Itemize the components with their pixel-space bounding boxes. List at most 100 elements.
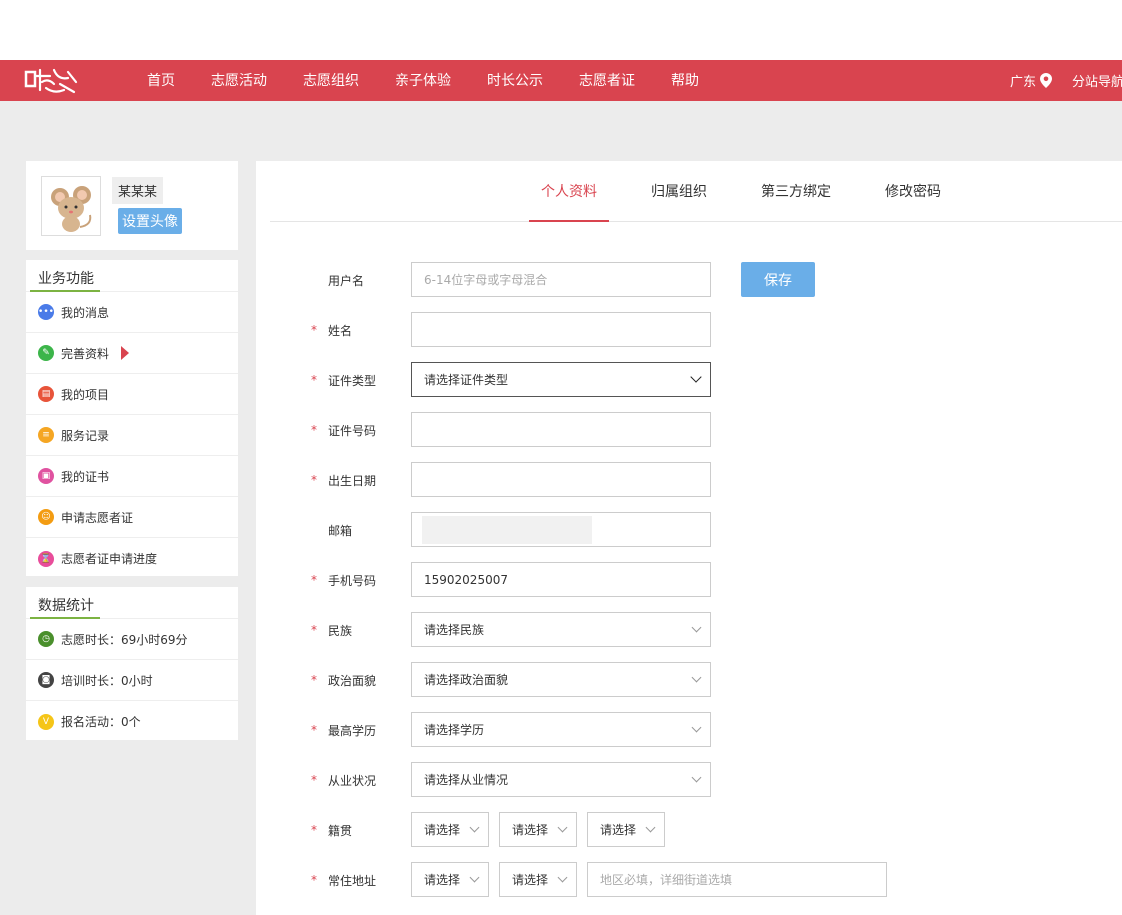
hourglass-icon: ⌛ bbox=[38, 550, 54, 567]
stat-label: 报名活动：0个 bbox=[61, 715, 141, 729]
nav-help[interactable]: 帮助 bbox=[671, 70, 699, 90]
menu-label: 我的项目 bbox=[61, 387, 110, 402]
site-logo[interactable] bbox=[24, 64, 80, 98]
save-button[interactable]: 保存 bbox=[741, 262, 815, 297]
stats-panel-header: 数据统计 bbox=[26, 587, 238, 619]
chevron-down-icon bbox=[469, 822, 480, 833]
menu-application-progress[interactable]: ⌛ 志愿者证申请进度 bbox=[26, 538, 238, 579]
required-mark: * bbox=[311, 723, 317, 737]
chevron-down-icon bbox=[645, 822, 656, 833]
education-select[interactable]: 请选择学历 bbox=[411, 712, 711, 747]
region-selector[interactable]: 广东 bbox=[1010, 71, 1053, 90]
ethnic-select[interactable]: 请选择民族 bbox=[411, 612, 711, 647]
chevron-down-icon bbox=[557, 822, 568, 833]
chevron-down-icon bbox=[469, 872, 480, 883]
tab-change-password[interactable]: 修改密码 bbox=[885, 181, 941, 201]
nav-family[interactable]: 亲子体验 bbox=[395, 70, 451, 90]
political-select[interactable]: 请选择政治面貌 bbox=[411, 662, 711, 697]
ethnic-label: 民族 bbox=[328, 624, 353, 638]
menu-apply-volunteer-card[interactable]: ☺ 申请志愿者证 bbox=[26, 497, 238, 538]
native-city-select[interactable]: 请选择 bbox=[499, 812, 577, 847]
menu-label: 我的消息 bbox=[61, 305, 110, 320]
native-district-select[interactable]: 请选择 bbox=[587, 812, 665, 847]
birth-date-label: 出生日期 bbox=[328, 474, 377, 488]
phone-label: 手机号码 bbox=[328, 574, 377, 588]
required-mark: * bbox=[311, 773, 317, 787]
education-value: 请选择学历 bbox=[424, 723, 485, 737]
top-nav: 首页 志愿活动 志愿组织 亲子体验 时长公示 志愿者证 帮助 广东 分站导航 bbox=[0, 60, 1122, 101]
training-icon: ◙ bbox=[38, 672, 54, 688]
email-input[interactable] bbox=[411, 512, 711, 547]
active-tab-indicator bbox=[529, 220, 609, 222]
select-value: 请选择 bbox=[512, 873, 549, 887]
nav-home[interactable]: 首页 bbox=[147, 70, 175, 90]
nav-hours[interactable]: 时长公示 bbox=[487, 70, 543, 90]
required-mark: * bbox=[311, 373, 317, 387]
menu-label: 服务记录 bbox=[61, 428, 110, 443]
employment-select[interactable]: 请选择从业情况 bbox=[411, 762, 711, 797]
address-province-select[interactable]: 请选择 bbox=[411, 862, 489, 897]
stat-registered-activities: V 报名活动：0个 bbox=[26, 701, 238, 742]
required-mark: * bbox=[311, 823, 317, 837]
menu-complete-profile[interactable]: ✎ 完善资料 bbox=[26, 333, 238, 374]
required-mark: * bbox=[311, 623, 317, 637]
nav-activities[interactable]: 志愿活动 bbox=[211, 70, 267, 90]
site-navigation-link[interactable]: 分站导航 bbox=[1072, 71, 1122, 90]
required-mark: * bbox=[311, 873, 317, 887]
chevron-down-icon bbox=[691, 622, 702, 633]
native-province-select[interactable]: 请选择 bbox=[411, 812, 489, 847]
tab-personal-info[interactable]: 个人资料 bbox=[541, 181, 597, 201]
id-type-value: 请选择证件类型 bbox=[424, 373, 509, 387]
id-number-input[interactable] bbox=[411, 412, 711, 447]
menu-my-projects[interactable]: ▤ 我的项目 bbox=[26, 374, 238, 415]
avatar[interactable] bbox=[41, 176, 101, 236]
v-badge-icon: V bbox=[38, 713, 54, 730]
ethnic-value: 请选择民族 bbox=[424, 623, 485, 637]
employment-label: 从业状况 bbox=[328, 774, 377, 788]
business-panel-title: 业务功能 bbox=[38, 271, 94, 287]
tab-third-party[interactable]: 第三方绑定 bbox=[761, 181, 831, 201]
tab-organization[interactable]: 归属组织 bbox=[651, 181, 707, 201]
nav-volunteer-card[interactable]: 志愿者证 bbox=[579, 70, 635, 90]
username-input[interactable]: 6-14位字母或字母混合 bbox=[411, 262, 711, 297]
business-panel: 业务功能 ••• 我的消息 ✎ 完善资料 ▤ 我的项目 ≡ 服务记录 ▣ 我的证… bbox=[26, 260, 238, 576]
name-label: 姓名 bbox=[328, 324, 353, 338]
required-mark: * bbox=[311, 473, 317, 487]
id-type-label: 证件类型 bbox=[328, 374, 377, 388]
chevron-down-icon bbox=[690, 371, 702, 383]
email-redacted-block bbox=[422, 515, 592, 544]
id-number-label: 证件号码 bbox=[328, 424, 377, 438]
main-content: 个人资料 归属组织 第三方绑定 修改密码 用户名 6-14位字母或字母混合 保存… bbox=[256, 161, 1122, 915]
menu-my-certificates[interactable]: ▣ 我的证书 bbox=[26, 456, 238, 497]
location-pin-icon bbox=[1040, 73, 1053, 88]
profile-card: 某某某 设置头像 bbox=[26, 161, 238, 250]
message-icon: ••• bbox=[38, 304, 54, 320]
mouse-avatar-icon bbox=[51, 186, 92, 232]
birth-date-input[interactable] bbox=[411, 462, 711, 497]
menu-my-messages[interactable]: ••• 我的消息 bbox=[26, 292, 238, 333]
phone-input[interactable]: 15902025007 bbox=[411, 562, 711, 597]
user-name: 某某某 bbox=[112, 177, 164, 204]
username-label: 用户名 bbox=[328, 274, 365, 288]
required-mark: * bbox=[311, 423, 317, 437]
required-mark: * bbox=[311, 323, 317, 337]
political-value: 请选择政治面貌 bbox=[424, 673, 509, 687]
stat-training-hours: ◙ 培训时长：0小时 bbox=[26, 660, 238, 701]
profile-tabs: 个人资料 归属组织 第三方绑定 修改密码 bbox=[270, 161, 1122, 222]
menu-service-records[interactable]: ≡ 服务记录 bbox=[26, 415, 238, 456]
stats-panel-title: 数据统计 bbox=[38, 598, 94, 614]
set-avatar-button[interactable]: 设置头像 bbox=[118, 208, 182, 234]
address-detail-input[interactable]: 地区必填，详细街道选填 bbox=[587, 862, 887, 897]
chevron-down-icon bbox=[691, 672, 702, 683]
stat-label: 志愿时长：69小时69分 bbox=[61, 632, 188, 647]
list-icon: ≡ bbox=[38, 427, 54, 443]
stats-panel: 数据统计 ◷ 志愿时长：69小时69分 ◙ 培训时长：0小时 V 报名活动：0个 bbox=[26, 587, 238, 740]
stat-label: 培训时长：0小时 bbox=[61, 673, 153, 688]
id-type-select[interactable]: 请选择证件类型 bbox=[411, 362, 711, 397]
region-label: 广东 bbox=[1010, 75, 1037, 90]
select-value: 请选择 bbox=[424, 873, 461, 887]
name-input[interactable] bbox=[411, 312, 711, 347]
nav-organizations[interactable]: 志愿组织 bbox=[303, 70, 359, 90]
address-city-select[interactable]: 请选择 bbox=[499, 862, 577, 897]
business-panel-header: 业务功能 bbox=[26, 260, 238, 292]
